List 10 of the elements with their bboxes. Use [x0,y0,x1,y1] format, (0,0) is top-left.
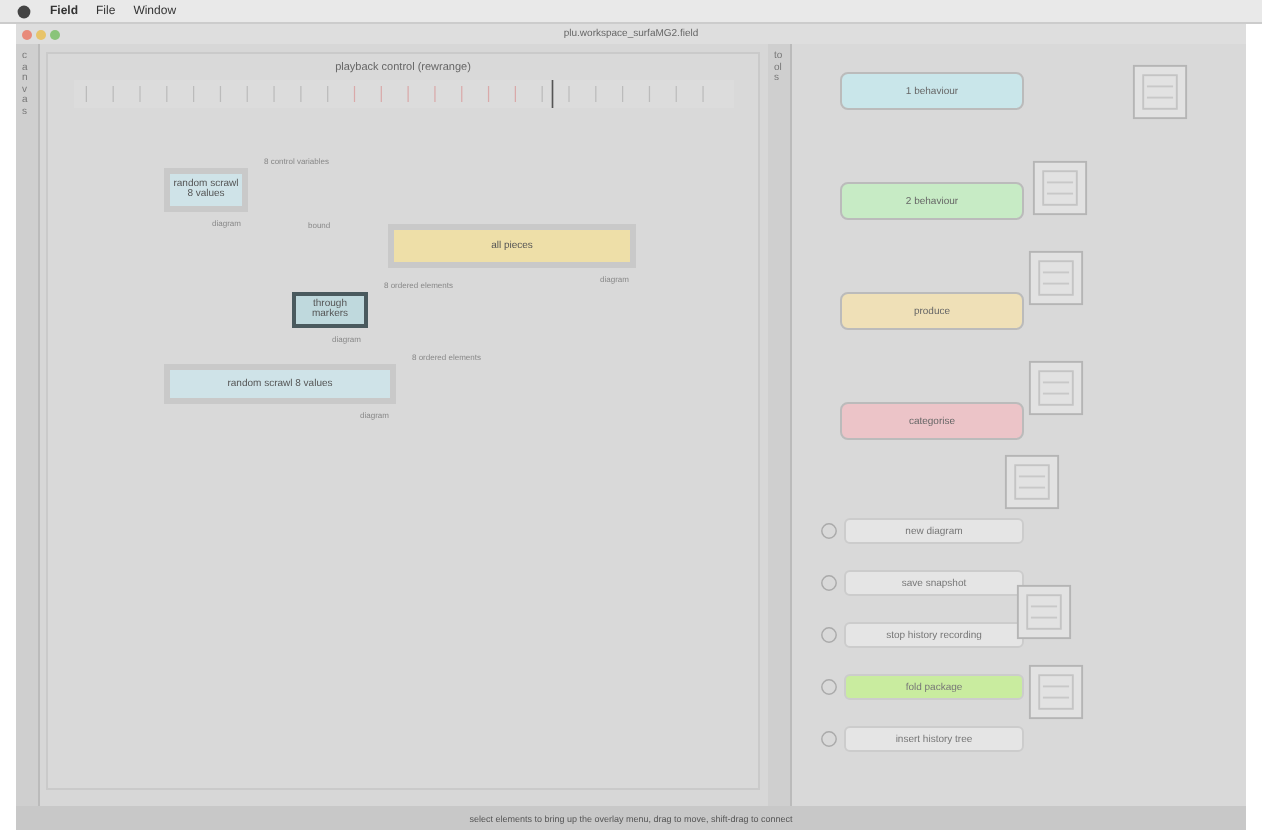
diagram-thumbnail-icon[interactable] [1032,160,1088,216]
diagram-thumbnail-icon[interactable] [1016,584,1072,640]
zoom-button[interactable] [50,29,60,39]
diagram-thumbnail-icon[interactable] [1028,664,1084,720]
diagram-thumbnail-icon[interactable] [1132,64,1188,120]
diagram-thumbnail-icon[interactable] [1004,454,1060,510]
close-button[interactable] [22,29,32,39]
minimize-button[interactable] [36,29,46,39]
diagram-thumbnail-icon[interactable] [1028,360,1084,416]
diagram-thumbnail-icon[interactable] [1028,250,1084,306]
